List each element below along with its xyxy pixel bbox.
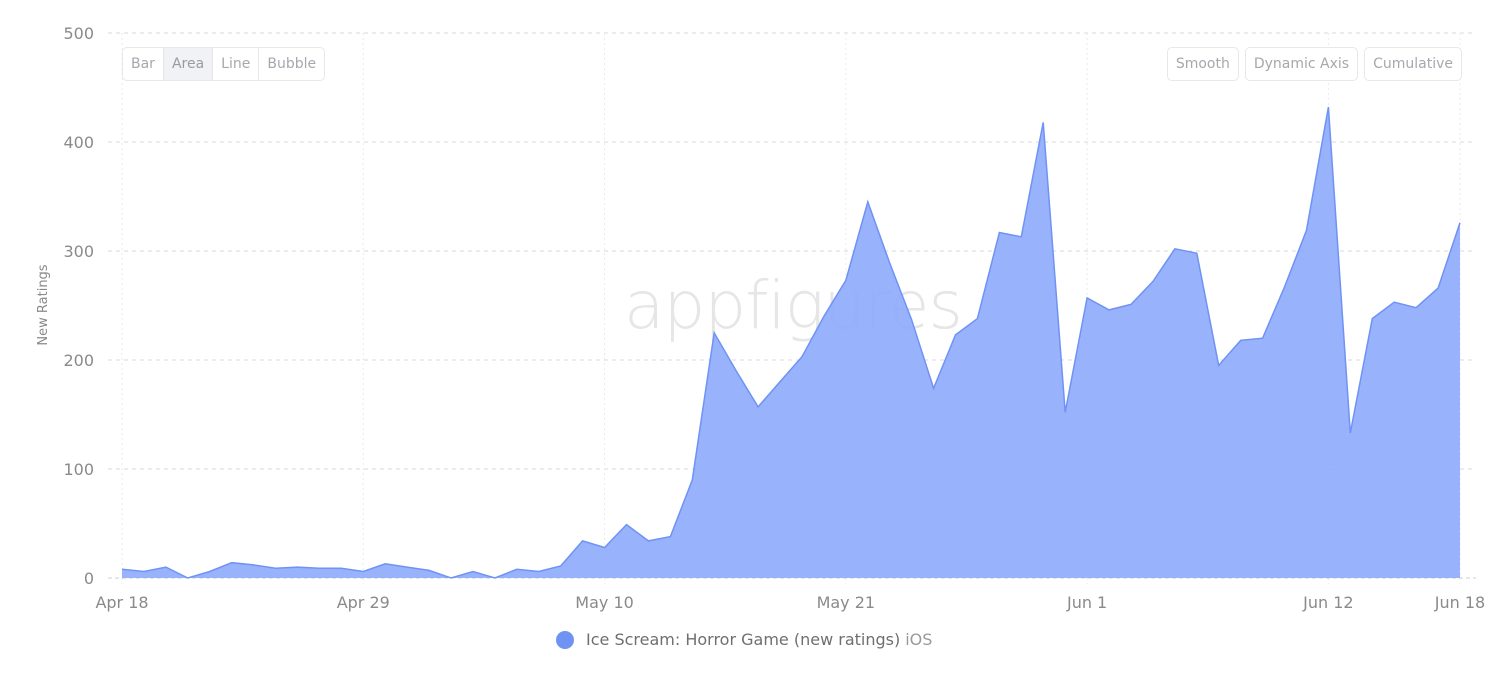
data-point[interactable] (204, 566, 216, 578)
data-point[interactable] (379, 558, 391, 570)
data-point[interactable] (642, 535, 654, 547)
data-point[interactable] (1081, 292, 1093, 304)
x-tick-label: May 10 (575, 593, 634, 612)
data-point[interactable] (1235, 334, 1247, 346)
data-point[interactable] (752, 401, 764, 413)
x-tick-label: Jun 12 (1302, 593, 1353, 612)
data-point[interactable] (138, 566, 150, 578)
y-tick-label: 200 (63, 351, 94, 370)
data-point[interactable] (664, 531, 676, 543)
data-point[interactable] (1454, 217, 1466, 229)
data-point[interactable] (160, 561, 172, 573)
x-tick-label: May 21 (817, 593, 876, 612)
data-point[interactable] (270, 562, 282, 574)
x-tick-label: Apr 29 (337, 593, 390, 612)
data-point[interactable] (730, 365, 742, 377)
data-point[interactable] (1103, 304, 1115, 316)
legend-platform: iOS (905, 630, 933, 649)
smooth-toggle[interactable]: Smooth (1166, 47, 1239, 81)
data-point[interactable] (533, 566, 545, 578)
data-point[interactable] (840, 274, 852, 286)
data-point[interactable] (971, 313, 983, 325)
data-point[interactable] (796, 351, 808, 363)
data-point[interactable] (1344, 427, 1356, 439)
y-tick-label: 0 (84, 569, 94, 588)
y-tick-label: 100 (63, 460, 94, 479)
y-tick-label: 300 (63, 242, 94, 261)
data-point[interactable] (511, 563, 523, 575)
data-point[interactable] (401, 561, 413, 573)
data-point[interactable] (489, 572, 501, 584)
data-point[interactable] (906, 314, 918, 326)
data-point[interactable] (555, 560, 567, 572)
chart-type-bubble-button[interactable]: Bubble (259, 48, 324, 80)
data-point[interactable] (1257, 332, 1269, 344)
x-tick-label: Jun 1 (1066, 593, 1107, 612)
data-point[interactable] (621, 519, 633, 531)
data-point[interactable] (1015, 231, 1027, 243)
data-point[interactable] (1037, 116, 1049, 128)
data-point[interactable] (993, 227, 1005, 239)
data-point[interactable] (1191, 247, 1203, 259)
data-point[interactable] (950, 329, 962, 341)
data-point[interactable] (1169, 243, 1181, 255)
data-point[interactable] (1366, 313, 1378, 325)
y-tick-label: 500 (63, 24, 94, 43)
data-point[interactable] (313, 562, 325, 574)
data-point[interactable] (292, 561, 304, 573)
data-point[interactable] (1301, 224, 1313, 236)
data-point[interactable] (686, 474, 698, 486)
chart-type-selector: Bar Area Line Bubble (122, 47, 326, 81)
chart-type-area-button[interactable]: Area (163, 48, 214, 80)
data-point[interactable] (445, 572, 457, 584)
data-point[interactable] (1432, 282, 1444, 294)
data-point[interactable] (1279, 281, 1291, 293)
legend-series-name: Ice Scream: Horror Game (new ratings) (586, 630, 901, 649)
x-axis: Apr 18 Apr 29 May 10 May 21 Jun 1 Jun 12 Jun 1… (95, 593, 1485, 612)
data-point[interactable] (335, 562, 347, 574)
data-point[interactable] (248, 559, 260, 571)
chart-options: Smooth Dynamic Axis Cumulative (1166, 47, 1462, 81)
y-tick-label: 400 (63, 133, 94, 152)
data-point[interactable] (1147, 276, 1159, 288)
data-point[interactable] (467, 566, 479, 578)
cumulative-toggle[interactable]: Cumulative (1364, 47, 1462, 81)
data-point[interactable] (1213, 359, 1225, 371)
y-axis-label: New Ratings (36, 264, 51, 345)
chart-type-line-button[interactable]: Line (213, 48, 260, 80)
data-point[interactable] (774, 376, 786, 388)
legend-dot-icon (556, 630, 574, 649)
data-point[interactable] (1410, 302, 1422, 314)
x-tick-label: Jun 18 (1434, 593, 1485, 612)
data-point[interactable] (599, 542, 611, 554)
area-chart: appfigures 0100200300400500 Apr 18 Apr 29… (36, 24, 1485, 612)
data-point[interactable] (708, 327, 720, 339)
data-point[interactable] (928, 382, 940, 394)
data-point[interactable] (423, 564, 435, 576)
legend-item[interactable]: Ice Scream: Horror Game (new ratings) iO… (556, 630, 932, 649)
data-point[interactable] (357, 566, 369, 578)
data-point[interactable] (884, 257, 896, 269)
x-tick-label: Apr 18 (95, 593, 148, 612)
data-point[interactable] (1059, 406, 1071, 418)
dynamic-axis-toggle[interactable]: Dynamic Axis (1244, 47, 1359, 81)
data-point[interactable] (116, 563, 128, 575)
data-point[interactable] (1125, 298, 1137, 310)
data-point[interactable] (1322, 101, 1334, 113)
data-point[interactable] (226, 557, 238, 569)
data-point[interactable] (862, 196, 874, 208)
chart-type-bar-button[interactable]: Bar (123, 48, 164, 80)
data-point[interactable] (1388, 296, 1400, 308)
y-axis: 0 100 200 300 400 500 (63, 24, 94, 588)
data-point[interactable] (182, 572, 194, 584)
data-point[interactable] (818, 310, 830, 322)
data-point[interactable] (577, 535, 589, 547)
